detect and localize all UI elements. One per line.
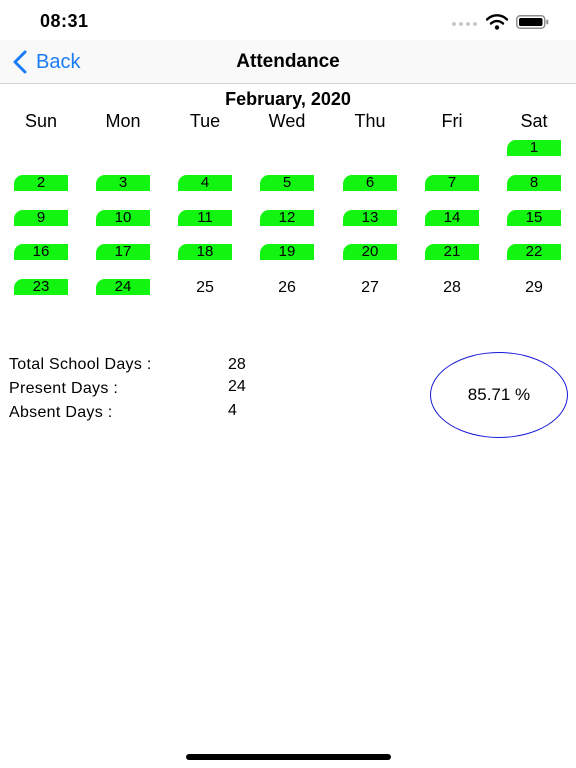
calendar-day[interactable]: 17 bbox=[96, 244, 150, 260]
calendar-day[interactable]: 21 bbox=[425, 244, 479, 260]
calendar-day[interactable]: 9 bbox=[14, 210, 68, 226]
calendar-day[interactable]: 28 bbox=[425, 280, 479, 296]
calendar-day[interactable]: 25 bbox=[178, 280, 232, 296]
calendar-day[interactable]: 13 bbox=[343, 210, 397, 226]
weekday-label: Sun bbox=[24, 111, 58, 131]
calendar-day[interactable]: 6 bbox=[343, 175, 397, 191]
weekday-label: Wed bbox=[268, 111, 306, 131]
page-title: Attendance bbox=[236, 51, 340, 72]
absent-days-row: Absent Days : 4 bbox=[9, 402, 289, 426]
calendar-day[interactable]: 22 bbox=[507, 244, 561, 260]
calendar-day[interactable]: 8 bbox=[507, 175, 561, 191]
calendar-grid: 1 2 3 4 5 6 7 8 9 10 11 12 13 14 15 16 17 18 19 20 21 22 23 24 2… bbox=[0, 140, 576, 300]
calendar-day[interactable]: 2 bbox=[14, 175, 68, 191]
present-days-row: Present Days : 24 bbox=[9, 378, 289, 402]
weekday-label: Fri bbox=[441, 111, 463, 131]
calendar-day[interactable]: 24 bbox=[96, 279, 150, 295]
calendar-day[interactable]: 7 bbox=[425, 175, 479, 191]
battery-icon bbox=[516, 15, 549, 29]
weekday-header: Sun Mon Tue Wed Thu Fri Sat bbox=[0, 111, 576, 133]
weekday-label: Tue bbox=[189, 111, 221, 131]
status-bar: 08:31 bbox=[0, 0, 576, 40]
absent-days-label: Absent Days : bbox=[9, 404, 113, 421]
total-days-value: 28 bbox=[228, 356, 246, 373]
calendar-day[interactable]: 18 bbox=[178, 244, 232, 260]
present-days-value: 24 bbox=[228, 378, 246, 395]
home-indicator bbox=[186, 754, 391, 760]
calendar-day[interactable]: 4 bbox=[178, 175, 232, 191]
calendar-day[interactable]: 3 bbox=[96, 175, 150, 191]
calendar-day[interactable]: 27 bbox=[343, 280, 397, 296]
absent-days-value: 4 bbox=[228, 402, 237, 419]
calendar-day[interactable]: 1 bbox=[507, 140, 561, 156]
wifi-icon bbox=[486, 14, 508, 30]
calendar-day[interactable]: 15 bbox=[507, 210, 561, 226]
present-days-label: Present Days : bbox=[9, 380, 119, 397]
weekday-label: Sat bbox=[520, 111, 548, 131]
calendar-day[interactable]: 14 bbox=[425, 210, 479, 226]
weekday-label: Thu bbox=[354, 111, 386, 131]
calendar-day[interactable]: 10 bbox=[96, 210, 150, 226]
calendar-day[interactable]: 11 bbox=[178, 210, 232, 226]
calendar-day[interactable]: 20 bbox=[343, 244, 397, 260]
calendar-day[interactable]: 23 bbox=[14, 279, 68, 295]
attendance-percentage-circle: 85.71 % bbox=[430, 352, 568, 438]
calendar-month-title: February, 2020 bbox=[225, 89, 351, 109]
calendar-day[interactable]: 29 bbox=[507, 280, 561, 296]
calendar-day[interactable]: 16 bbox=[14, 244, 68, 260]
weekday-label: Mon bbox=[105, 111, 141, 131]
total-days-row: Total School Days : 28 bbox=[9, 356, 289, 378]
calendar-day[interactable]: 5 bbox=[260, 175, 314, 191]
calendar-day[interactable]: 12 bbox=[260, 210, 314, 226]
attendance-percentage: 85.71 % bbox=[467, 385, 531, 404]
status-time: 08:31 bbox=[40, 11, 89, 31]
calendar-day[interactable]: 26 bbox=[260, 280, 314, 296]
total-days-label: Total School Days : bbox=[9, 356, 152, 373]
navigation-bar: Back Attendance bbox=[0, 40, 576, 84]
calendar-day[interactable]: 19 bbox=[260, 244, 314, 260]
cellular-signal-icon bbox=[452, 22, 478, 27]
attendance-screen: 08:31 Back Attendance February, 2020 Sun… bbox=[0, 0, 576, 768]
